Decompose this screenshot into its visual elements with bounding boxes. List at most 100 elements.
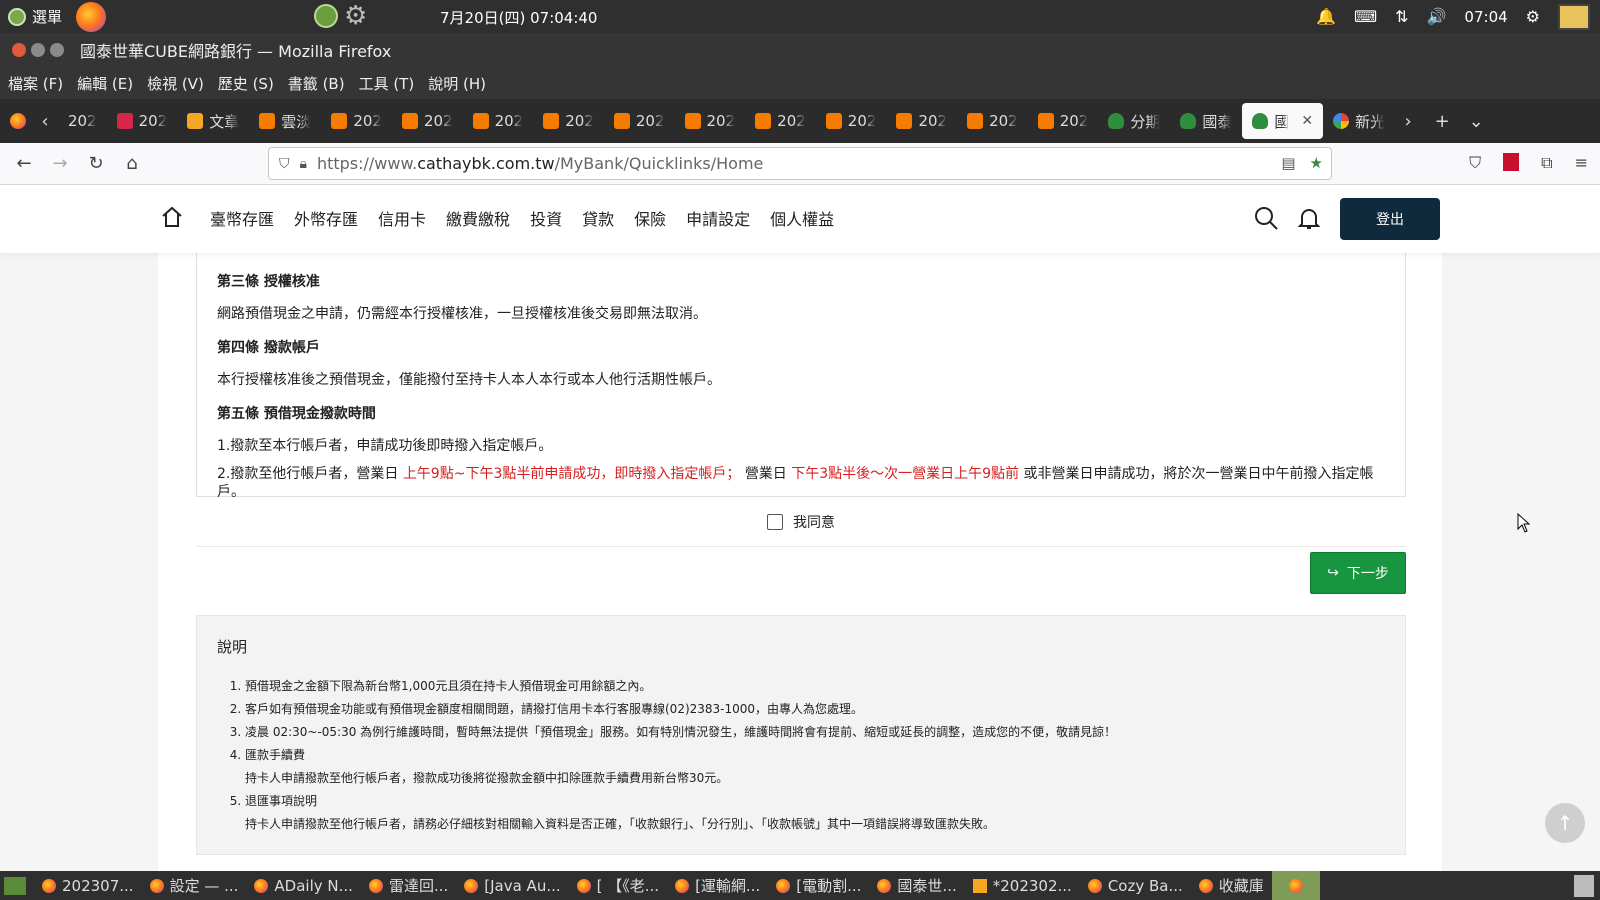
url-bar[interactable]: ⛉ 🔒︎ https://www.cathaybk.com.tw/MyBank/… xyxy=(268,147,1332,180)
nav-personal-rights[interactable]: 個人權益 xyxy=(770,206,834,230)
blogger-favicon-icon xyxy=(613,113,630,129)
tab-scroll-right-icon[interactable]: › xyxy=(1395,111,1421,132)
tab-item[interactable]: 202 xyxy=(816,103,887,139)
site-search-icon[interactable] xyxy=(1253,205,1279,231)
notes-item: 匯款手續費 持卡人申請撥款至他行帳戶者，撥款成功後將從撥款金額中扣除匯款手續費用… xyxy=(245,744,1385,790)
nav-loans[interactable]: 貸款 xyxy=(582,206,614,230)
tab-item[interactable] xyxy=(0,103,32,139)
tab-list-chevron-down-icon[interactable]: ⌄ xyxy=(1463,111,1489,132)
tab-item[interactable]: 202 xyxy=(58,103,107,139)
tab-item[interactable]: 202 xyxy=(1028,103,1099,139)
tab-item[interactable]: 202 xyxy=(675,103,746,139)
tab-item[interactable]: 202 xyxy=(745,103,816,139)
network-icon[interactable]: ⇅ xyxy=(1395,7,1408,26)
notes-app-icon[interactable] xyxy=(1558,3,1590,30)
taskbar-item[interactable]: [運輸網... xyxy=(667,871,768,900)
nav-insurance[interactable]: 保險 xyxy=(634,206,666,230)
taskbar-item[interactable]: [Java Au... xyxy=(456,871,568,900)
window-minimize-button[interactable] xyxy=(31,43,45,57)
forward-arrow-icon[interactable]: → xyxy=(42,153,78,174)
settings-gears-icon[interactable]: ⚙ xyxy=(344,3,372,30)
tab-item[interactable]: 新光 xyxy=(1323,103,1395,139)
next-step-button[interactable]: ↪ 下一步 xyxy=(1310,552,1406,594)
os-clock[interactable]: 7月20日(四) 07:04:40 xyxy=(440,7,597,28)
tab-item[interactable]: 分期 xyxy=(1098,103,1170,139)
os-menu-button[interactable]: 選單 xyxy=(8,6,62,27)
taskbar-item[interactable]: 雷達回... xyxy=(361,871,456,900)
scroll-to-top-arrow-up-icon[interactable]: ↑ xyxy=(1545,803,1585,843)
nav-investment[interactable]: 投資 xyxy=(530,206,562,230)
agree-checkbox[interactable] xyxy=(767,513,783,530)
taskbar-item[interactable]: [電動割... xyxy=(768,871,869,900)
system-settings-icon[interactable]: ⚙ xyxy=(1526,7,1540,26)
site-bell-icon[interactable] xyxy=(1296,205,1322,231)
url-text[interactable]: https://www.cathaybk.com.tw/MyBank/Quick… xyxy=(317,154,763,173)
home-icon[interactable]: ⌂ xyxy=(114,153,150,174)
menu-file[interactable]: 檔案 (F) xyxy=(8,73,63,94)
taskbar-item[interactable]: 202307... xyxy=(34,871,142,900)
menu-edit[interactable]: 編輯 (E) xyxy=(77,73,133,94)
nav-settings[interactable]: 申請設定 xyxy=(686,206,750,230)
tab-close-icon[interactable]: ✕ xyxy=(1301,113,1313,129)
tab-item-active[interactable]: 國 ✕ xyxy=(1242,103,1324,139)
tab-item[interactable]: 202 xyxy=(463,103,534,139)
tab-item[interactable]: 文章 xyxy=(177,103,249,139)
show-desktop-icon[interactable] xyxy=(4,876,26,895)
window-maximize-button[interactable] xyxy=(50,43,64,57)
keyboard-icon[interactable]: ⌨ xyxy=(1354,7,1377,26)
agree-label[interactable]: 我同意 xyxy=(793,512,835,532)
taskbar-item-label: 收藏庫 xyxy=(1218,877,1264,895)
back-arrow-icon[interactable]: ← xyxy=(6,153,42,174)
pocket-icon[interactable]: ⛉ xyxy=(1469,153,1481,173)
shield-icon[interactable]: ⛉ xyxy=(279,156,290,172)
tab-label: 202 xyxy=(68,112,97,130)
pdf-extension-icon[interactable] xyxy=(1503,153,1520,171)
menu-history[interactable]: 歷史 (S) xyxy=(218,73,274,94)
tab-scroll-left-icon[interactable]: ‹ xyxy=(32,111,58,132)
firefox-launcher-icon[interactable] xyxy=(76,1,107,32)
hamburger-menu-icon[interactable]: ≡ xyxy=(1575,153,1588,173)
app-launcher-icon[interactable] xyxy=(314,4,338,28)
article-5-title: 第五條 預借現金撥款時間 xyxy=(217,406,376,422)
menu-bookmarks[interactable]: 書籤 (B) xyxy=(288,73,345,94)
tab-item[interactable]: 202 xyxy=(604,103,675,139)
taskbar-item[interactable]: [ 【《老... xyxy=(569,871,667,900)
taskbar-item[interactable]: ADaily N... xyxy=(246,871,361,900)
bookmark-star-icon[interactable]: ★ xyxy=(1310,154,1323,172)
taskbar-item[interactable]: 國泰世... xyxy=(869,871,964,900)
menu-view[interactable]: 檢視 (V) xyxy=(147,73,204,94)
menu-tools[interactable]: 工具 (T) xyxy=(359,73,415,94)
taskbar-item[interactable]: Cozy Ba... xyxy=(1080,871,1191,900)
volume-icon[interactable]: 🔊 xyxy=(1427,7,1447,26)
tab-item[interactable]: 202 xyxy=(321,103,392,139)
extensions-puzzle-icon[interactable]: ⧉ xyxy=(1541,153,1552,173)
tab-item[interactable]: 202 xyxy=(886,103,957,139)
tray-time[interactable]: 07:04 xyxy=(1464,8,1507,26)
tab-item[interactable]: 202 xyxy=(957,103,1028,139)
logout-button[interactable]: 登出 xyxy=(1340,198,1440,240)
taskbar-item[interactable]: 設定 — ... xyxy=(142,871,247,900)
tab-item[interactable]: 雲淡 xyxy=(249,103,321,139)
terms-content-box[interactable]: 第三條 授權核准 網路預借現金之申請，仍需經本行授權核准，一旦授權核准後交易即無… xyxy=(196,253,1406,500)
nav-twd-deposit[interactable]: 臺幣存匯 xyxy=(210,206,274,230)
taskbar-item[interactable]: 收藏庫 xyxy=(1191,871,1272,900)
window-close-button[interactable] xyxy=(12,43,26,57)
nav-foreign-deposit[interactable]: 外幣存匯 xyxy=(294,206,358,230)
trash-icon[interactable] xyxy=(1574,874,1594,897)
nav-credit-card[interactable]: 信用卡 xyxy=(378,206,426,230)
reader-view-icon[interactable]: ▤ xyxy=(1281,154,1295,172)
site-home-icon[interactable] xyxy=(160,205,184,229)
menu-help[interactable]: 說明 (H) xyxy=(428,73,486,94)
new-tab-icon[interactable]: + xyxy=(1429,111,1455,132)
taskbar-item[interactable]: *202302... xyxy=(965,871,1080,900)
tab-item[interactable]: 202 xyxy=(107,103,178,139)
lock-icon[interactable]: 🔒︎ xyxy=(300,156,307,172)
tab-item[interactable]: 202 xyxy=(533,103,604,139)
notification-bell-icon[interactable]: 🔔 xyxy=(1316,7,1336,26)
notes-item-heading: 匯款手續費 xyxy=(245,748,306,762)
taskbar-item-active[interactable] xyxy=(1271,871,1320,900)
nav-payments-tax[interactable]: 繳費繳稅 xyxy=(446,206,510,230)
reload-icon[interactable]: ↻ xyxy=(78,153,114,174)
tab-item[interactable]: 202 xyxy=(392,103,463,139)
tab-item[interactable]: 國泰 xyxy=(1170,103,1242,139)
